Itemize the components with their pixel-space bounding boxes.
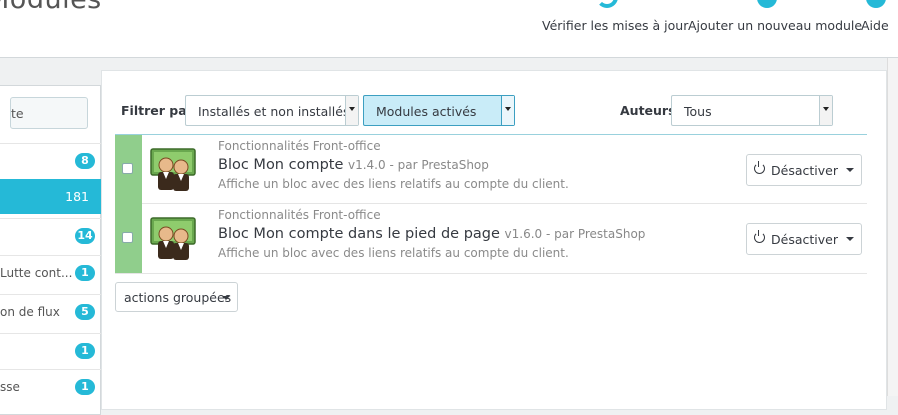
chevron-down-icon[interactable] (834, 155, 861, 185)
help-button[interactable]: Aide (861, 0, 891, 57)
module-checkbox[interactable] (122, 163, 133, 174)
category-search-value: te (11, 106, 24, 121)
module-version: v1.6.0 - par PrestaShop (504, 227, 646, 241)
sidebar-category-label: sse (0, 380, 20, 394)
power-icon (754, 230, 765, 243)
module-category: Fonctionnalités Front-office (218, 208, 381, 222)
disable-module-label: Désactiver (771, 232, 838, 247)
help-label: Aide (861, 18, 889, 33)
chevron-down-icon (501, 96, 514, 125)
check-updates-button[interactable]: Vérifier les mises à jour (542, 0, 688, 57)
disable-module-label: Désactiver (771, 163, 838, 178)
add-module-button[interactable]: Ajouter un nouveau module (688, 0, 862, 57)
module-row: Fonctionnalités Front-office Bloc Mon co… (115, 204, 867, 274)
customers-module-icon (150, 217, 196, 260)
module-checkbox[interactable] (122, 232, 133, 243)
sidebar-category-label: on de flux (0, 305, 60, 319)
bulk-actions-label: actions groupées (124, 290, 232, 305)
add-module-icon (757, 0, 777, 8)
module-description: Affiche un bloc avec des liens relatifs … (218, 246, 569, 260)
install-filter-select[interactable]: Installés et non installés (185, 95, 359, 126)
disable-module-button[interactable]: Désactiver (746, 154, 862, 186)
sidebar-category-item[interactable]: on de flux 5 (0, 294, 101, 329)
sidebar-category-count: 1 (75, 265, 95, 281)
chevron-down-icon (345, 96, 358, 125)
chevron-down-icon[interactable] (834, 224, 861, 254)
sidebar-category-item[interactable]: sse 1 (0, 369, 101, 404)
sidebar-category-item-active[interactable]: 181 (0, 179, 101, 214)
module-name: Bloc Mon compte dans le pied de page (218, 226, 500, 242)
module-status-indicator (115, 204, 142, 273)
module-title: Bloc Mon compte dans le pied de page v1.… (218, 226, 645, 242)
status-filter-value: Modules activés (376, 104, 477, 119)
filter-label: Filtrer par (121, 103, 193, 118)
sidebar-category-item[interactable]: 8 (0, 143, 101, 178)
module-description: Affiche un bloc avec des liens relatifs … (218, 177, 569, 191)
module-row: Fonctionnalités Front-office Bloc Mon co… (115, 134, 867, 204)
module-name: Bloc Mon compte (218, 157, 344, 173)
sidebar-category-label: Lutte cont... (0, 266, 73, 280)
sidebar-category-count: 1 (75, 379, 95, 395)
chevron-down-icon (222, 296, 230, 300)
bulk-actions-button[interactable]: actions groupées (115, 282, 238, 312)
page-title: Modules (0, 0, 102, 15)
add-module-label: Ajouter un nouveau module (688, 18, 863, 33)
authors-filter-value: Tous (684, 104, 712, 119)
sidebar-category-count: 8 (75, 153, 95, 169)
sidebar-category-count: 1 (75, 343, 95, 359)
install-filter-value: Installés et non installés (198, 104, 350, 119)
authors-filter-select[interactable]: Tous (671, 95, 833, 126)
sidebar-category-count: 14 (75, 228, 95, 244)
help-icon (866, 0, 886, 8)
module-status-indicator (115, 135, 142, 204)
sidebar-category-item[interactable]: Lutte cont... 1 (0, 255, 101, 290)
category-search-input[interactable]: te (10, 97, 88, 129)
authors-label: Auteurs (620, 103, 676, 118)
page-header: Modules Vérifier les mises à jour Ajoute… (0, 0, 898, 58)
page-scrollbar[interactable] (887, 58, 898, 396)
sidebar-category-count: 181 (65, 189, 89, 204)
status-filter-select[interactable]: Modules activés (363, 95, 515, 126)
module-version: v1.4.0 - par PrestaShop (348, 158, 489, 172)
disable-module-button[interactable]: Désactiver (746, 223, 862, 255)
power-icon (754, 161, 765, 174)
refresh-icon (596, 0, 618, 8)
sidebar-category-count: 5 (75, 304, 95, 320)
chevron-down-icon (819, 96, 832, 125)
sidebar-category-item[interactable]: 1 (0, 333, 101, 368)
module-category: Fonctionnalités Front-office (218, 139, 381, 153)
check-updates-label: Vérifier les mises à jour (542, 18, 689, 33)
sidebar-category-item[interactable]: 14 (0, 218, 101, 253)
module-title: Bloc Mon compte v1.4.0 - par PrestaShop (218, 157, 489, 173)
customers-module-icon (150, 148, 196, 191)
